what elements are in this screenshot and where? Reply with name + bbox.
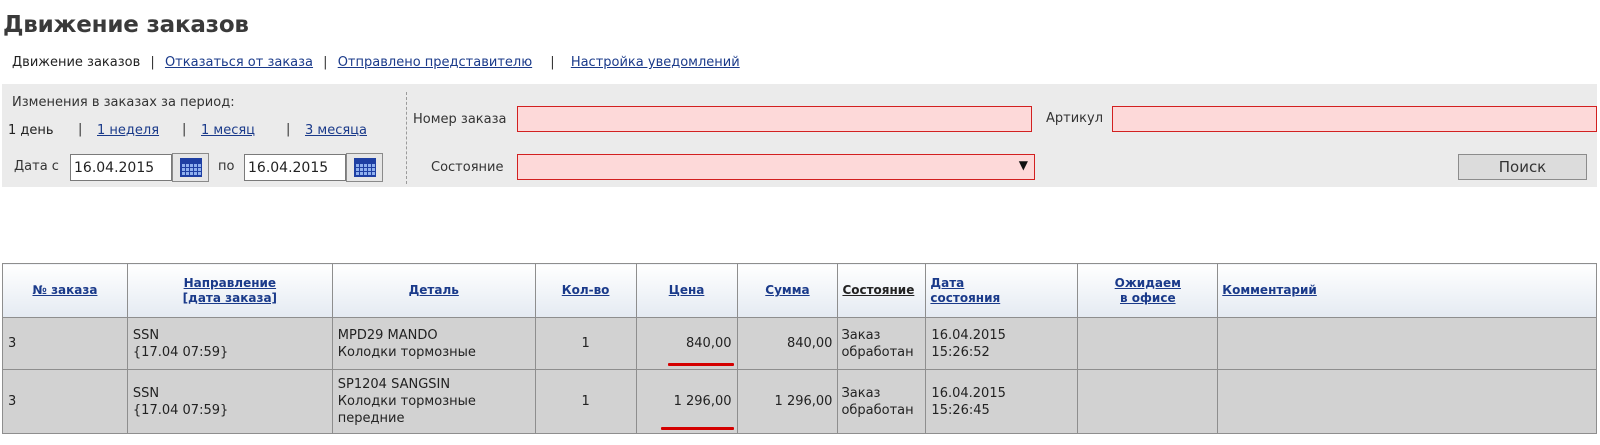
col-header-state-date[interactable]: Дата состояния bbox=[925, 263, 1079, 318]
table-row[interactable]: 3 SSN {17.04 07:59} SP1204 SANGSIN Колод… bbox=[2, 369, 1597, 434]
article-input[interactable] bbox=[1112, 106, 1597, 132]
subnav-link-notification-settings[interactable]: Настройка уведомлений bbox=[571, 55, 740, 70]
date-to-input[interactable] bbox=[244, 154, 346, 181]
cell-state-date: 16.04.2015 15:26:45 bbox=[925, 369, 1079, 434]
cell-detail: SP1204 SANGSIN Колодки тормозные передни… bbox=[331, 369, 536, 434]
col-header-sum[interactable]: Сумма bbox=[736, 263, 839, 318]
table-header-row: № заказа Направление [дата заказа] Деталь… bbox=[2, 263, 1597, 318]
col-header-expected[interactable]: Ожидаем в офисе bbox=[1077, 263, 1219, 318]
cell-state: Заказ обработан bbox=[837, 369, 927, 434]
page-title: Движение заказов bbox=[3, 12, 249, 38]
dropdown-arrow-icon: ▼ bbox=[1018, 158, 1028, 172]
subnav-link-cancel-order[interactable]: Отказаться от заказа bbox=[165, 55, 313, 70]
col-header-price[interactable]: Цена bbox=[635, 263, 738, 318]
date-to-calendar-button[interactable] bbox=[346, 153, 383, 182]
period-link-month[interactable]: 1 месяц bbox=[201, 123, 255, 138]
cell-price: 840,00 bbox=[635, 317, 738, 370]
subnav-link-sent-to-rep[interactable]: Отправлено представителю bbox=[338, 55, 532, 70]
calendar-icon bbox=[179, 158, 202, 177]
period-separator: | bbox=[78, 122, 83, 137]
date-from-calendar-button[interactable] bbox=[172, 153, 209, 182]
cell-order-no: 3 bbox=[2, 317, 128, 370]
cell-expected bbox=[1077, 369, 1219, 434]
subnav-separator: | bbox=[150, 55, 155, 70]
cell-qty: 1 bbox=[534, 317, 637, 370]
cell-order-no: 3 bbox=[2, 369, 128, 434]
period-separator: | bbox=[182, 122, 187, 137]
col-header-comment[interactable]: Комментарий bbox=[1217, 263, 1597, 318]
date-to-label: по bbox=[218, 159, 235, 174]
cell-detail: MPD29 MANDO Колодки тормозные bbox=[331, 317, 536, 370]
panel-divider bbox=[406, 92, 407, 184]
order-number-label: Номер заказа bbox=[413, 112, 507, 127]
date-from-input[interactable] bbox=[70, 154, 172, 181]
price-value: 840,00 bbox=[686, 336, 732, 351]
state-label: Состояние bbox=[431, 160, 504, 175]
article-label: Артикул bbox=[1046, 111, 1104, 126]
calendar-icon bbox=[353, 158, 376, 177]
period-link-week[interactable]: 1 неделя bbox=[97, 123, 159, 138]
search-button[interactable]: Поиск bbox=[1458, 154, 1587, 180]
period-current: 1 день bbox=[8, 123, 54, 138]
subnav-separator: | bbox=[323, 55, 328, 70]
cell-comment bbox=[1217, 317, 1597, 370]
cell-comment bbox=[1217, 369, 1597, 434]
subnav: Движение заказов | Отказаться от заказа … bbox=[12, 55, 740, 75]
order-number-input[interactable] bbox=[517, 106, 1032, 132]
cell-sum: 1 296,00 bbox=[736, 369, 839, 434]
cell-state-date: 16.04.2015 15:26:52 bbox=[925, 317, 1079, 370]
date-from-label: Дата с bbox=[14, 159, 59, 174]
col-header-direction[interactable]: Направление [дата заказа] bbox=[126, 263, 333, 318]
col-header-detail[interactable]: Деталь bbox=[331, 263, 536, 318]
cell-qty: 1 bbox=[534, 369, 637, 434]
cell-sum: 840,00 bbox=[736, 317, 839, 370]
cell-direction: SSN {17.04 07:59} bbox=[126, 369, 333, 434]
price-highlight-underline bbox=[660, 427, 734, 430]
col-header-qty[interactable]: Кол-во bbox=[534, 263, 637, 318]
cell-direction: SSN {17.04 07:59} bbox=[126, 317, 333, 370]
cell-price: 1 296,00 bbox=[635, 369, 738, 434]
col-header-state[interactable]: Состояние bbox=[837, 263, 927, 318]
orders-table: № заказа Направление [дата заказа] Деталь… bbox=[2, 263, 1597, 434]
table-row[interactable]: 3 SSN {17.04 07:59} MPD29 MANDO Колодки … bbox=[2, 317, 1597, 370]
price-value: 1 296,00 bbox=[673, 394, 732, 409]
period-link-3-months[interactable]: 3 месяца bbox=[305, 123, 367, 138]
subnav-current: Движение заказов bbox=[12, 55, 141, 70]
state-select[interactable]: ▼ bbox=[517, 154, 1035, 180]
subnav-separator: | bbox=[550, 55, 555, 70]
filter-panel: Изменения в заказах за период: 1 день | … bbox=[2, 84, 1597, 187]
period-label: Изменения в заказах за период: bbox=[12, 95, 235, 110]
col-header-order-no[interactable]: № заказа bbox=[2, 263, 128, 318]
cell-expected bbox=[1077, 317, 1219, 370]
period-separator: | bbox=[286, 122, 291, 137]
price-highlight-underline bbox=[667, 363, 734, 366]
cell-state: Заказ обработан bbox=[837, 317, 927, 370]
